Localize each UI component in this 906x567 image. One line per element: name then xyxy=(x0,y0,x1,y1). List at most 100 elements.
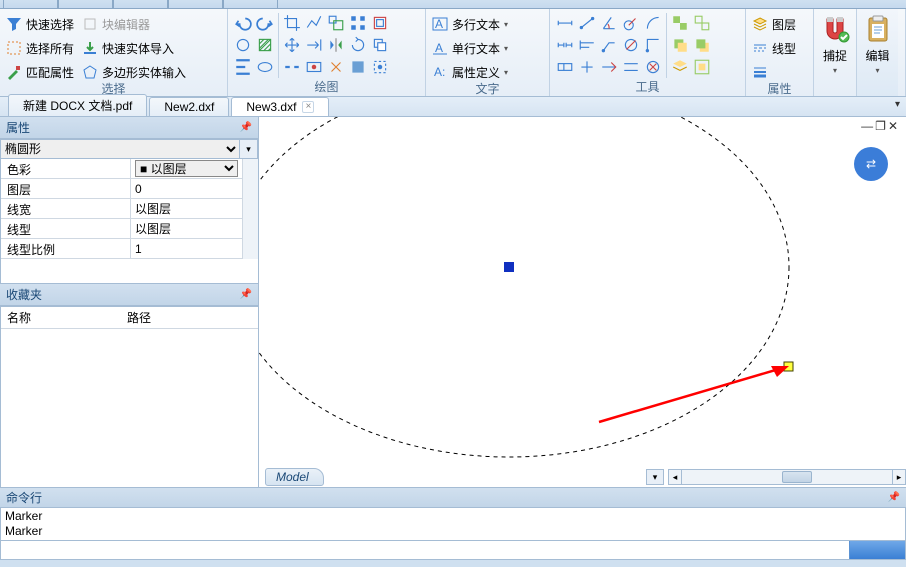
favorites-col-name[interactable]: 名称 xyxy=(1,307,121,328)
close-icon[interactable]: × xyxy=(302,101,314,113)
crop-icon[interactable] xyxy=(283,14,301,32)
ribbon-group-label: 文字 xyxy=(432,82,543,97)
prop-value[interactable]: 0 xyxy=(131,179,242,198)
front-icon[interactable] xyxy=(671,36,689,54)
region-icon[interactable] xyxy=(305,58,323,76)
prop-row-ltscale[interactable]: 线型比例 1 xyxy=(1,239,242,259)
ellipse-shape[interactable] xyxy=(259,117,789,457)
edit-button[interactable]: 编辑 ▾ xyxy=(856,9,898,96)
ellipse-icon[interactable] xyxy=(256,58,274,76)
pin-icon[interactable]: 📌 xyxy=(888,492,900,503)
properties-scrollbar[interactable] xyxy=(242,159,258,259)
polyline-icon[interactable] xyxy=(305,14,323,32)
hatch-icon[interactable] xyxy=(256,36,274,54)
layers-button[interactable]: 图层 xyxy=(752,14,796,34)
menu-tab[interactable] xyxy=(168,0,223,8)
dim-aligned-icon[interactable] xyxy=(578,14,596,32)
menu-tab[interactable] xyxy=(58,0,113,8)
copy-icon[interactable] xyxy=(371,36,389,54)
menu-tab[interactable] xyxy=(223,0,278,8)
prop-key: 图层 xyxy=(1,179,131,198)
circle-tool-icon[interactable] xyxy=(234,36,252,54)
menu-tab[interactable] xyxy=(113,0,168,8)
dim-baseline-icon[interactable] xyxy=(578,36,596,54)
quick-entity-import[interactable]: 快速实体导入 xyxy=(82,38,186,58)
offset-icon[interactable] xyxy=(371,14,389,32)
centermark-icon[interactable] xyxy=(578,58,596,76)
explode-icon[interactable] xyxy=(327,58,345,76)
dim-break-icon[interactable] xyxy=(644,58,662,76)
select-all[interactable]: 选择所有 xyxy=(6,38,74,58)
move-icon[interactable] xyxy=(283,36,301,54)
align-icon[interactable] xyxy=(234,58,252,76)
tolerance-icon[interactable] xyxy=(556,58,574,76)
dim-angular-icon[interactable] xyxy=(600,14,618,32)
dim-linear-icon[interactable] xyxy=(556,14,574,32)
scroll-right-icon[interactable]: ▸ xyxy=(892,469,906,485)
back-icon[interactable] xyxy=(693,36,711,54)
isolate-icon[interactable] xyxy=(693,58,711,76)
favorites-col-path[interactable]: 路径 xyxy=(121,307,157,328)
redo-icon[interactable] xyxy=(256,14,274,32)
center-grip[interactable] xyxy=(504,262,514,272)
singleline-text[interactable]: A 单行文本 ▾ xyxy=(432,38,508,58)
shape-type-select[interactable]: 椭圆形 xyxy=(0,139,240,159)
prop-row-linetype[interactable]: 线型 以图层 xyxy=(1,219,242,239)
svg-text:A: A xyxy=(435,41,443,55)
rotate-icon[interactable] xyxy=(349,36,367,54)
minimize-panel-icon[interactable]: ▾ xyxy=(895,99,900,110)
tool-icon[interactable] xyxy=(349,58,367,76)
leader-icon[interactable] xyxy=(600,36,618,54)
linetype-button[interactable]: 线型 xyxy=(752,38,796,58)
prop-row-lineweight[interactable]: 线宽 以图层 xyxy=(1,199,242,219)
document-tab[interactable]: New2.dxf xyxy=(149,97,229,116)
document-tab[interactable]: 新建 DOCX 文档.pdf xyxy=(8,94,147,116)
layout-dropdown[interactable]: ▾ xyxy=(646,469,664,485)
prop-row-color[interactable]: 色彩 ■ 以图层 xyxy=(1,159,242,179)
properties-panel-header[interactable]: 属性 📌 xyxy=(0,117,258,139)
pin-icon[interactable]: 📌 xyxy=(240,122,252,133)
layers-tool-icon[interactable] xyxy=(671,58,689,76)
prop-value[interactable]: 1 xyxy=(131,239,242,258)
group-icon[interactable] xyxy=(671,14,689,32)
select-similar-icon[interactable] xyxy=(371,58,389,76)
color-select[interactable]: ■ 以图层 xyxy=(135,160,238,177)
prop-value[interactable]: 以图层 xyxy=(131,199,242,218)
snap-button[interactable]: 捕捉 ▾ xyxy=(814,9,856,96)
scale-icon[interactable] xyxy=(327,14,345,32)
drawing-canvas[interactable]: — ❐ ✕ ⇄ Model ▾ ◂ ▸ xyxy=(259,117,906,487)
pin-icon[interactable]: 📌 xyxy=(240,289,252,300)
model-tab[interactable]: Model xyxy=(265,468,324,486)
command-input[interactable] xyxy=(1,541,849,559)
scroll-thumb[interactable] xyxy=(782,471,812,483)
ungroup-icon[interactable] xyxy=(693,14,711,32)
dim-diameter-icon[interactable] xyxy=(622,36,640,54)
polygon-entity-input[interactable]: 多边形实体输入 xyxy=(82,62,186,82)
dim-edit-icon[interactable] xyxy=(600,58,618,76)
quick-select[interactable]: 快速选择 xyxy=(6,14,74,34)
document-tab[interactable]: New3.dxf × xyxy=(231,97,329,116)
dim-space-icon[interactable] xyxy=(622,58,640,76)
prop-row-layer[interactable]: 图层 0 xyxy=(1,179,242,199)
attribute-def[interactable]: A: 属性定义 ▾ xyxy=(432,62,508,82)
dim-continue-icon[interactable] xyxy=(556,36,574,54)
command-line-header[interactable]: 命令行 📌 xyxy=(0,488,906,508)
menu-tab[interactable] xyxy=(3,0,58,8)
match-props[interactable]: 匹配属性 xyxy=(6,62,74,82)
dim-ordinate-icon[interactable] xyxy=(644,36,662,54)
dim-radius-icon[interactable] xyxy=(622,14,640,32)
lineweight-button[interactable] xyxy=(752,62,796,82)
favorites-panel-header[interactable]: 收藏夹 📌 xyxy=(0,283,258,306)
break-icon[interactable] xyxy=(283,58,301,76)
shape-picker-button[interactable]: ▾ xyxy=(240,139,258,159)
array-icon[interactable] xyxy=(349,14,367,32)
scroll-left-icon[interactable]: ◂ xyxy=(668,469,682,485)
multiline-text[interactable]: A 多行文本 ▾ xyxy=(432,14,508,34)
dim-arc-icon[interactable] xyxy=(644,14,662,32)
undo-icon[interactable] xyxy=(234,14,252,32)
mirror-icon[interactable] xyxy=(327,36,345,54)
prop-value[interactable]: 以图层 xyxy=(131,219,242,238)
extend-icon[interactable] xyxy=(305,36,323,54)
command-submit[interactable] xyxy=(849,541,905,559)
horizontal-scrollbar[interactable]: ◂ ▸ xyxy=(668,469,906,485)
